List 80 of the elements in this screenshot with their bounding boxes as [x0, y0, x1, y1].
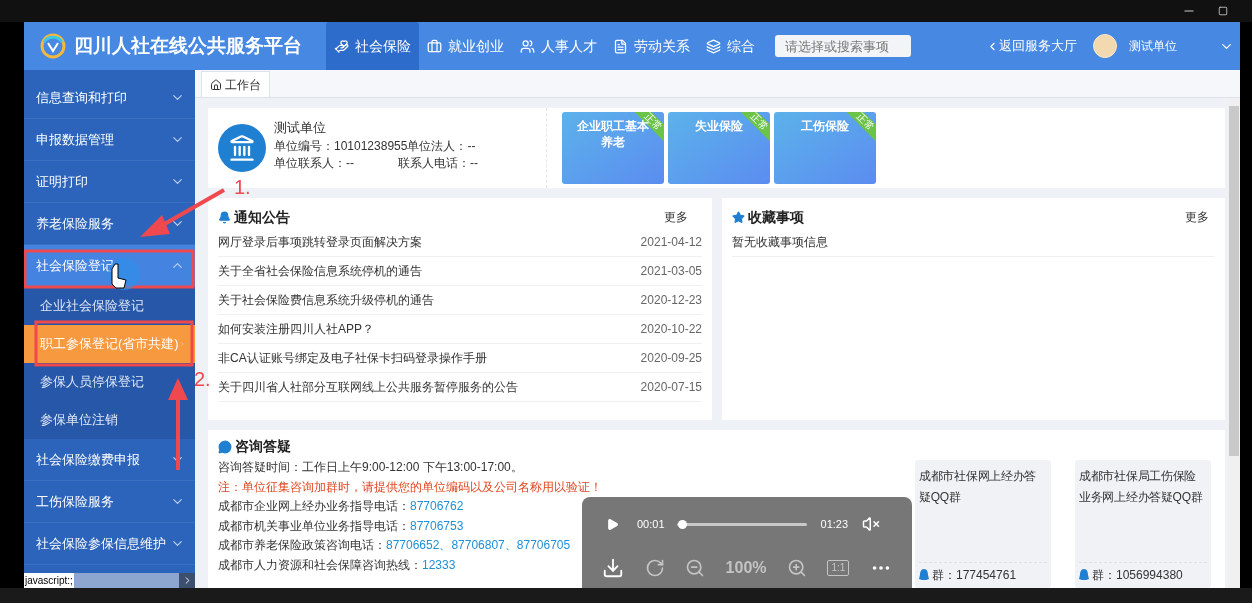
zoom-level: 100%: [725, 557, 767, 578]
phone-label: 成都市养老保险政策咨询电话：: [218, 537, 386, 554]
site-title: 四川人社在线公共服务平台: [74, 33, 302, 58]
unit-code: 单位编号：10101238955单位法人：--: [274, 138, 477, 155]
user-name: 测试单位: [1129, 38, 1178, 55]
download-icon[interactable]: [602, 556, 625, 579]
notice-link[interactable]: 关于社会保险费信息系统升级停机的通告: [218, 291, 434, 309]
panel-title: 咨询答疑: [235, 437, 291, 457]
verification-note: 注：单位征集咨询加群时，请提供您的单位编码以及公司名称用以验证！: [218, 478, 602, 496]
consult-hours: 咨询答疑时间：工作日上午9:00-12:00 下午13:00-17:00。: [218, 459, 523, 476]
notice-link[interactable]: 如何安装注册四川人社APP？: [218, 320, 374, 338]
nav-tab[interactable]: 综合: [698, 22, 763, 70]
panel-title: 收藏事项: [748, 207, 804, 227]
progress-track[interactable]: [676, 519, 807, 529]
nav-tab[interactable]: 就业创业: [419, 22, 512, 70]
current-time: 00:01: [637, 516, 665, 532]
phone-number: 87706652、87706807、87706705: [386, 537, 571, 554]
nav-icon: [334, 38, 349, 54]
bell-icon: [218, 210, 231, 224]
penguin-icon: [1079, 569, 1089, 581]
phone-label: 成都市机关事业单位业务指导电话：: [218, 517, 410, 535]
duration-time: 01:23: [820, 516, 849, 532]
star-icon: [732, 210, 745, 224]
volume-button[interactable]: [862, 515, 881, 533]
notice-link[interactable]: 关于四川省人社部分互联网线上公共服务暂停服务的公告: [218, 378, 518, 396]
avatar: [1093, 34, 1117, 58]
zoom-out-icon[interactable]: [685, 557, 706, 578]
workbench-tab[interactable]: 工作台: [201, 71, 270, 97]
penguin-icon: [919, 569, 929, 581]
notice-date: 2021-04-12: [640, 234, 702, 251]
phone-label: 成都市人力资源和社会保障咨询热线：: [218, 556, 422, 574]
panel-title: 通知公告: [234, 207, 290, 227]
notice-date: 2020-12-23: [640, 292, 702, 309]
group-number: 群：177454761: [932, 567, 1017, 584]
step-label: 2.: [194, 367, 211, 392]
submenu-item[interactable]: 参保单位注销: [24, 401, 195, 439]
maximize-icon[interactable]: [1218, 6, 1228, 16]
notice-date: 2020-07-15: [640, 379, 702, 396]
scroll-right-button[interactable]: [179, 573, 195, 588]
notice-link[interactable]: 非CA认证账号绑定及电子社保卡扫码登录操作手册: [218, 349, 487, 367]
muted-speaker-icon: [862, 515, 881, 533]
notice-date: 2021-03-05: [640, 263, 702, 280]
step-label: 1.: [234, 175, 251, 200]
status-tooltip: javascript:;: [24, 573, 74, 588]
unit-contact: 单位联系人：--: [274, 155, 355, 172]
more-link[interactable]: 更多: [664, 208, 688, 226]
back-link[interactable]: 返回服务大厅: [986, 36, 1077, 56]
unit-name: 测试单位: [274, 119, 327, 137]
zoom-in-icon[interactable]: [786, 557, 807, 578]
more-link[interactable]: 更多: [1185, 208, 1209, 226]
nav-icon: [427, 38, 442, 54]
play-button[interactable]: [606, 517, 619, 531]
empty-message: 暂无收藏事项信息: [732, 234, 828, 251]
nav-tab[interactable]: 社会保险: [326, 22, 419, 70]
chat-bubble-icon: [218, 440, 232, 454]
notice-link[interactable]: 网厅登录后事项跳转登录页面解决方案: [218, 233, 422, 251]
group-number: 群：1056994380: [1092, 567, 1183, 584]
phone-number: 87706753: [410, 517, 464, 535]
progress-thumb[interactable]: [677, 519, 687, 529]
notice-date: 2020-10-22: [640, 321, 702, 338]
nav-tab[interactable]: 劳动关系: [605, 22, 698, 70]
nav-tab[interactable]: 人事人才: [512, 22, 605, 70]
phone-number: 87706762: [410, 498, 464, 515]
group-name: 成都市社保局工伤保险业务网上经办答疑QQ群: [1079, 468, 1204, 506]
play-icon: [606, 517, 619, 531]
home-icon: [210, 78, 222, 91]
building-icon: [228, 134, 256, 162]
phone-number: 12333: [422, 556, 456, 574]
search-field[interactable]: 请选择或搜索事项: [775, 35, 911, 57]
nav-icon: [613, 38, 628, 54]
group-name: 成都市社保网上经办答疑QQ群: [919, 468, 1037, 506]
submenu-item[interactable]: 参保人员停保登记: [24, 363, 195, 401]
rotate-icon[interactable]: [644, 557, 665, 578]
notice-date: 2020-09-25: [640, 350, 702, 367]
nav-icon: [520, 38, 535, 54]
contact-phone: 联系人电话：--: [398, 155, 478, 172]
nav-icon: [706, 38, 721, 54]
notice-link[interactable]: 关于全省社会保险信息系统停机的通告: [218, 262, 422, 280]
logo-icon: [40, 33, 66, 59]
phone-label: 成都市企业网上经办业务指导电话：: [218, 498, 410, 515]
